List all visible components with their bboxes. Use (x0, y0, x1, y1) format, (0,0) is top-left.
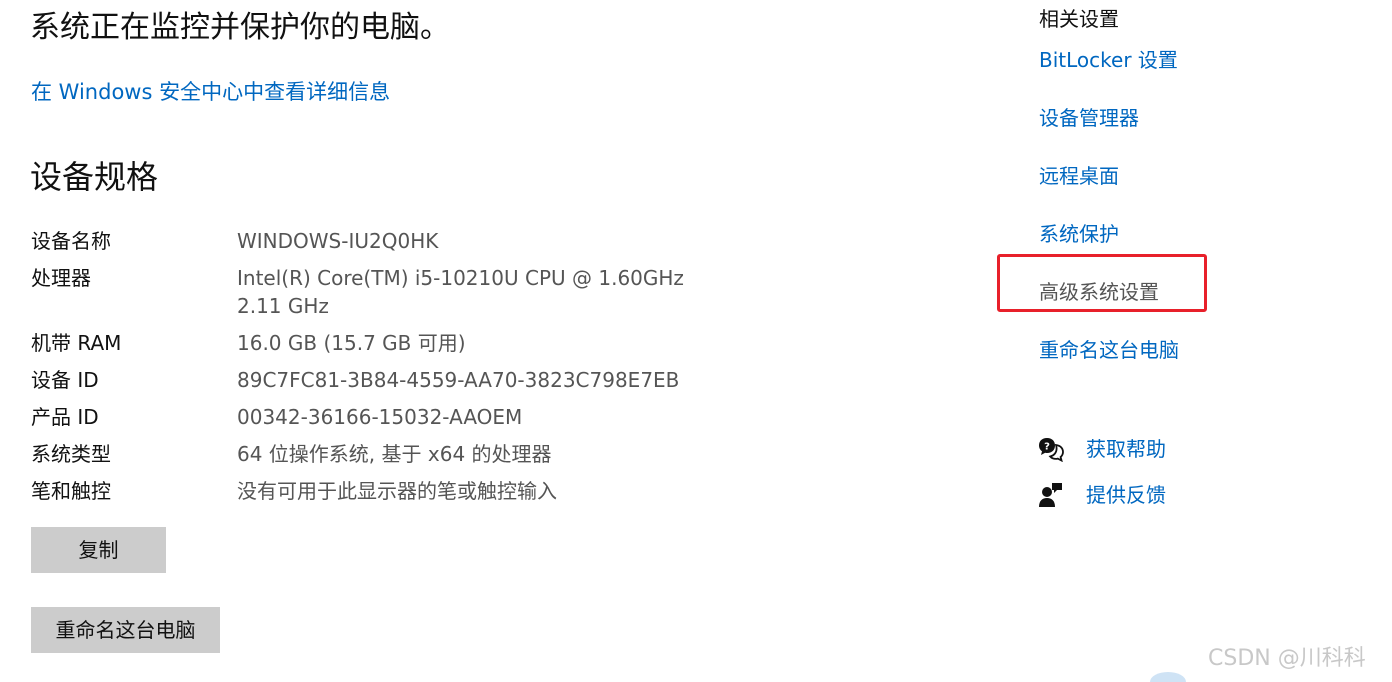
remote-desktop-link[interactable]: 远程桌面 (1039, 161, 1119, 191)
rename-pc-button[interactable]: 重命名这台电脑 (31, 607, 220, 653)
protection-status-text: 系统正在监控并保护你的电脑。 (30, 10, 450, 45)
spec-value-processor: Intel(R) Core(TM) i5-10210U CPU @ 1.60GH… (237, 266, 684, 318)
highlight-annotation-box (997, 254, 1207, 312)
spec-label-device-id: 设备 ID (31, 368, 99, 392)
spec-value-ram: 16.0 GB (15.7 GB 可用) (237, 331, 466, 355)
windows-security-link[interactable]: 在 Windows 安全中心中查看详细信息 (31, 77, 390, 107)
spec-label-product-id: 产品 ID (31, 405, 99, 429)
svg-text:?: ? (1044, 442, 1050, 453)
get-help-label: 获取帮助 (1086, 437, 1166, 461)
bitlocker-settings-link[interactable]: BitLocker 设置 (1039, 45, 1178, 75)
spec-label-system-type: 系统类型 (31, 442, 111, 466)
spec-value-device-id: 89C7FC81-3B84-4559-AA70-3823C798E7EB (237, 368, 680, 392)
spec-value-system-type: 64 位操作系统, 基于 x64 的处理器 (237, 442, 552, 466)
get-help-icon: ? (1038, 436, 1064, 463)
spec-label-device-name: 设备名称 (31, 229, 111, 253)
csdn-watermark: CSDN @川科科 (1208, 646, 1366, 671)
copy-button[interactable]: 复制 (31, 527, 166, 573)
device-manager-link[interactable]: 设备管理器 (1039, 103, 1139, 133)
feedback-icon (1038, 482, 1064, 508)
give-feedback-link[interactable]: 提供反馈 (1038, 480, 1166, 510)
device-specs-title: 设备规格 (30, 158, 159, 196)
give-feedback-label: 提供反馈 (1086, 483, 1166, 507)
get-help-link[interactable]: ? 获取帮助 (1038, 434, 1166, 464)
spec-label-processor: 处理器 (31, 266, 91, 290)
spec-value-device-name: WINDOWS-IU2Q0HK (237, 229, 439, 253)
spec-value-product-id: 00342-36166-15032-AAOEM (237, 405, 523, 429)
spec-label-ram: 机带 RAM (31, 331, 122, 355)
watermark-decoration (1150, 672, 1186, 682)
rename-pc-link[interactable]: 重命名这台电脑 (1039, 335, 1179, 365)
spec-label-pen-touch: 笔和触控 (31, 479, 111, 503)
system-protection-link[interactable]: 系统保护 (1039, 219, 1119, 249)
about-page: 系统正在监控并保护你的电脑。 在 Windows 安全中心中查看详细信息 设备规… (0, 0, 1392, 682)
related-settings-title: 相关设置 (1039, 7, 1119, 31)
spec-value-pen-touch: 没有可用于此显示器的笔或触控输入 (237, 479, 557, 503)
